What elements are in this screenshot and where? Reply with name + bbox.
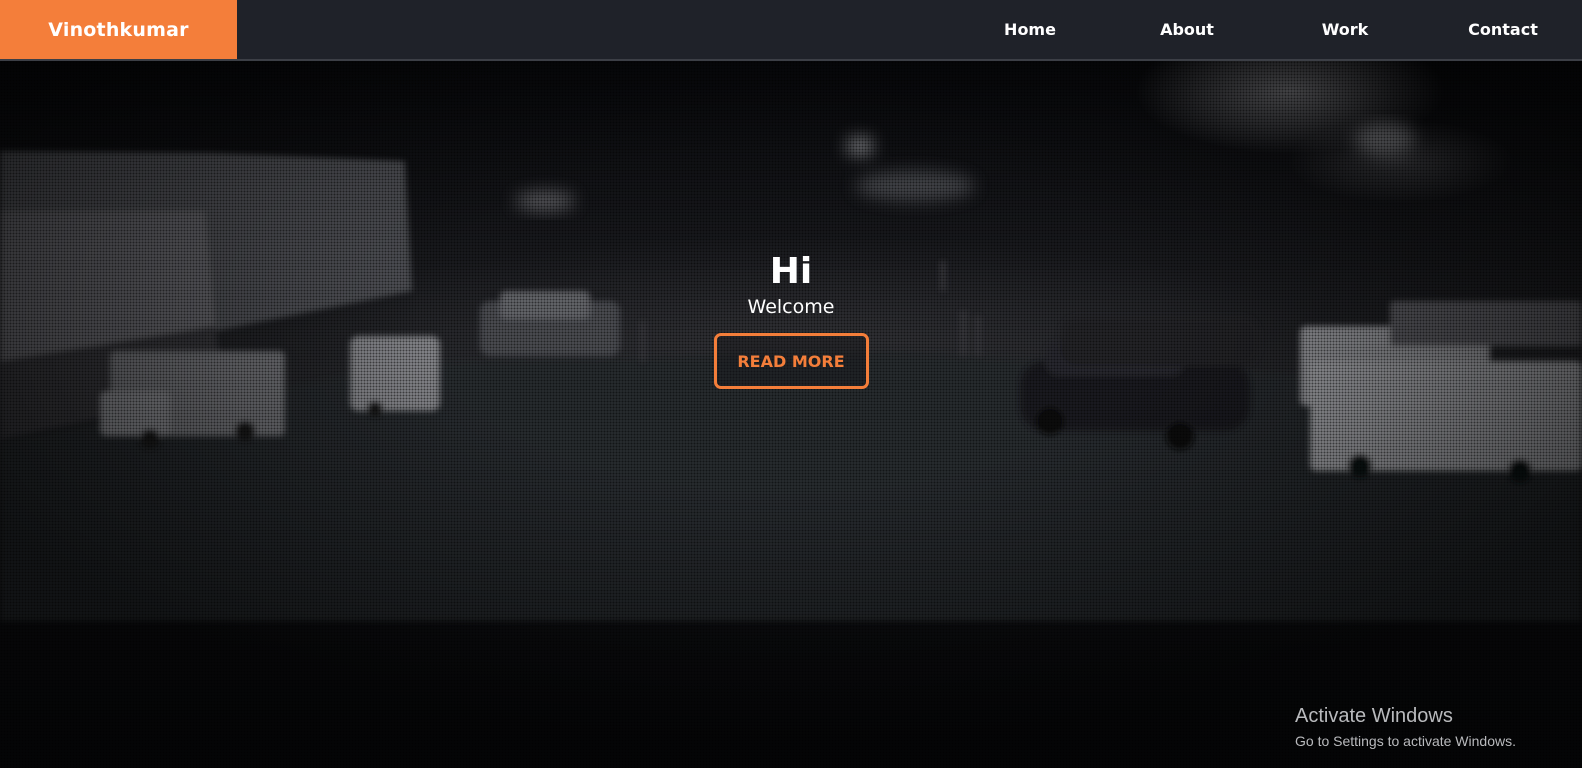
- activate-windows-title: Activate Windows: [1295, 705, 1453, 727]
- activate-windows-watermark: Activate Windows Go to Settings to activ…: [1295, 704, 1516, 751]
- page: Vinothkumar Home About Work Contact Hi W…: [0, 0, 1582, 768]
- nav-home-link[interactable]: Home: [980, 0, 1080, 59]
- navbar: Vinothkumar Home About Work Contact: [0, 0, 1582, 61]
- hero-title: Hi: [769, 251, 813, 292]
- read-more-button[interactable]: READ MORE: [713, 333, 869, 389]
- nav-contact-link[interactable]: Contact: [1453, 0, 1553, 59]
- nav-work-link[interactable]: Work: [1295, 0, 1395, 59]
- brand-logo[interactable]: Vinothkumar: [0, 0, 237, 59]
- hero-background-image: [0, 123, 1582, 621]
- hero-content: Hi Welcome READ MORE: [0, 250, 1582, 389]
- activate-windows-subtitle: Go to Settings to activate Windows.: [1295, 733, 1516, 749]
- hero-section: Hi Welcome READ MORE: [0, 61, 1582, 768]
- nav-about-link[interactable]: About: [1137, 0, 1237, 59]
- hero-subtitle: Welcome: [747, 296, 835, 318]
